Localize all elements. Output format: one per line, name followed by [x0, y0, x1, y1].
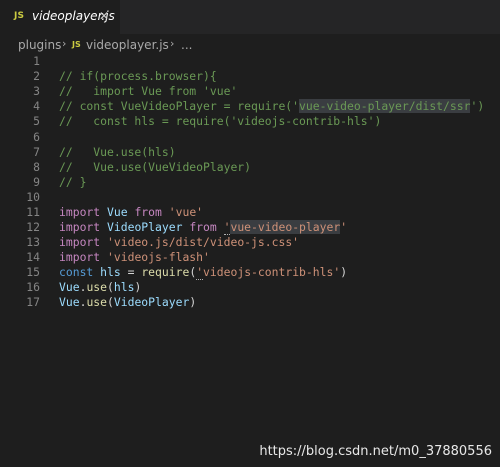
code-token: require	[141, 265, 190, 279]
code-token: (	[107, 280, 114, 294]
code-line-16: Vue.use(hls)	[59, 280, 141, 294]
line-number: 9	[33, 175, 40, 189]
code-token: Vue	[107, 205, 128, 219]
line-number: 7	[33, 145, 40, 159]
code-token-highlighted: vue-video-player/dist/ssr	[299, 99, 471, 113]
tab-videoplayer-js[interactable]: JS videoplayer.js ✕	[0, 0, 120, 34]
code-token: from	[189, 220, 217, 234]
line-number: 14	[26, 250, 40, 264]
code-token: use	[86, 295, 108, 309]
code-line-13: import 'video.js/dist/video-js.css'	[59, 235, 299, 249]
line-number: 3	[33, 84, 40, 98]
line-number: 6	[33, 130, 40, 144]
tab-bar: JS videoplayer.js ✕	[0, 0, 500, 34]
code-token: const	[59, 265, 94, 279]
breadcrumb-item-plugins[interactable]: plugins	[18, 38, 61, 52]
code-token: (	[107, 295, 114, 309]
line-number: 17	[26, 295, 40, 309]
javascript-file-icon: JS	[72, 40, 81, 49]
code-token: import	[59, 235, 101, 249]
line-number: 11	[26, 205, 40, 219]
line-number: 15	[26, 265, 40, 279]
line-number: 10	[26, 190, 40, 204]
code-token: =	[127, 265, 135, 279]
code-line-7: // Vue.use(hls)	[59, 145, 176, 159]
line-number: 8	[33, 160, 40, 174]
code-line-3: // import Vue from 'vue'	[59, 84, 238, 98]
close-icon[interactable]: ✕	[97, 8, 111, 24]
line-number: 2	[33, 69, 40, 83]
breadcrumb-item-file[interactable]: videoplayer.js	[86, 38, 169, 52]
code-token: import	[59, 220, 101, 234]
code-token: import	[59, 250, 101, 264]
code-line-4: // const VueVideoPlayer = require('vue-v…	[59, 99, 484, 113]
code-token: )	[189, 295, 197, 309]
code-line-5: // const hls = require('videojs-contrib-…	[59, 114, 382, 128]
code-editor[interactable]: 1 2 3 4 5 6 7 8 9 10 11 12 13 14 15 16 1…	[0, 54, 500, 467]
code-line-17: Vue.use(VideoPlayer)	[59, 295, 196, 309]
code-token: VideoPlayer	[113, 295, 190, 309]
code-token: ')	[470, 99, 485, 113]
breadcrumb: plugins › JS videoplayer.js › ...	[0, 34, 500, 56]
watermark: https://blog.csdn.net/m0_37880556	[259, 444, 492, 459]
code-token: Vue	[59, 280, 80, 294]
code-token: // const VueVideoPlayer = require('	[59, 99, 300, 113]
code-token: )	[134, 280, 142, 294]
line-number: 16	[26, 280, 40, 294]
chevron-right-icon: ›	[62, 37, 67, 50]
code-token: import	[59, 205, 101, 219]
code-line-2: // if(process.browser){	[59, 69, 217, 83]
line-number: 4	[33, 99, 40, 113]
code-token: '	[340, 220, 348, 234]
code-token: Vue	[59, 295, 80, 309]
code-token: 'vue'	[168, 205, 204, 219]
code-token: )	[340, 265, 348, 279]
line-number: 12	[26, 220, 40, 234]
line-number: 5	[33, 114, 40, 128]
code-token: 'videojs-flash'	[107, 250, 210, 264]
javascript-file-icon: JS	[14, 11, 25, 21]
code-token: use	[86, 280, 108, 294]
code-token: VideoPlayer	[107, 220, 183, 234]
code-token: hls	[100, 265, 121, 279]
code-line-15: const hls = require('videojs-contrib-hls…	[59, 265, 348, 280]
code-line-9: // }	[59, 175, 87, 189]
line-number: 1	[33, 54, 40, 68]
code-token: hls	[113, 280, 135, 294]
code-token: videojs-contrib-hls'	[203, 265, 341, 279]
code-token: from	[134, 205, 162, 219]
code-line-14: import 'videojs-flash'	[59, 250, 210, 264]
chevron-right-icon: ›	[170, 37, 175, 50]
code-token: 'video.js/dist/video-js.css'	[107, 235, 300, 249]
code-line-11: import Vue from 'vue'	[59, 205, 203, 219]
code-line-8: // Vue.use(VueVideoPlayer)	[59, 160, 252, 174]
code-line-12: import VideoPlayer from 'vue-video-playe…	[59, 220, 348, 235]
line-number: 13	[26, 235, 40, 249]
code-token-highlighted: vue-video-player	[230, 220, 341, 234]
breadcrumb-item-symbol[interactable]: ...	[181, 38, 192, 52]
